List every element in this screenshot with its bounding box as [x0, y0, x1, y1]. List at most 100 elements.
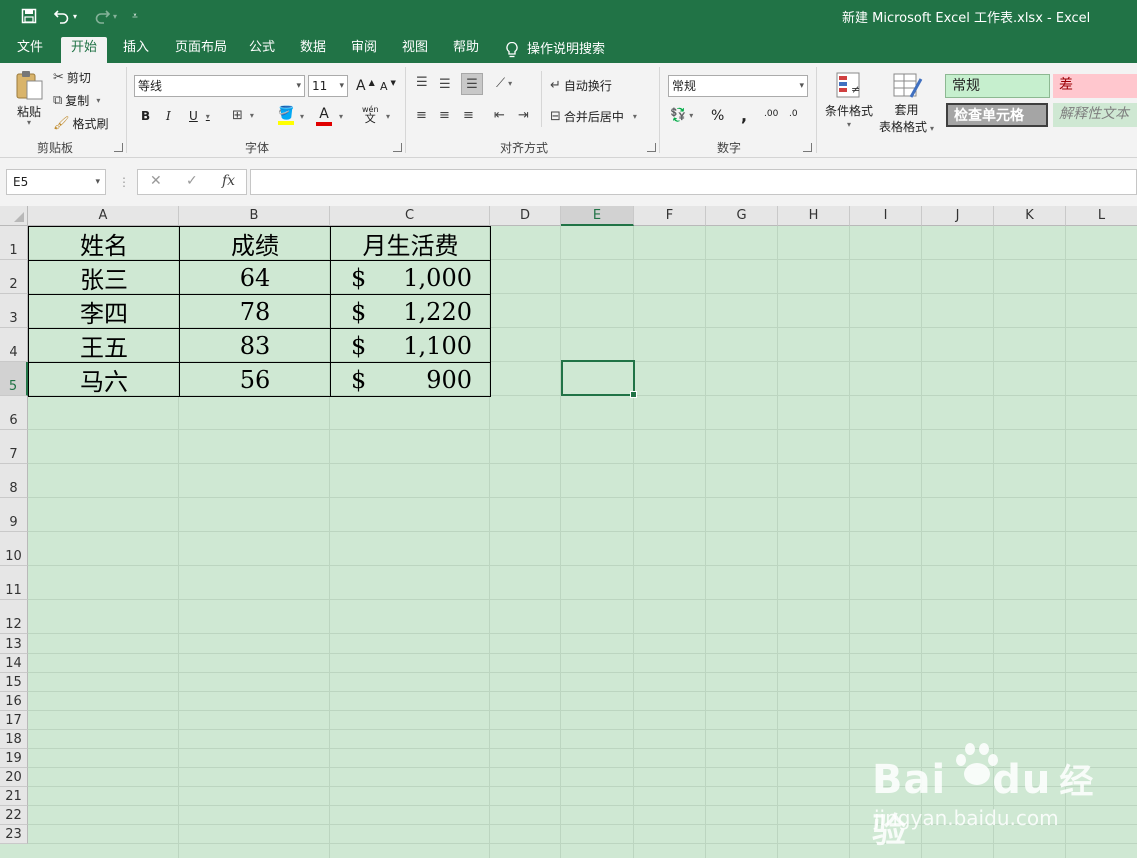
row-header-19[interactable]: 19 [0, 749, 28, 768]
row-header-10[interactable]: 10 [0, 532, 28, 566]
column-header-j[interactable]: J [922, 206, 994, 226]
cell-c5[interactable]: $900 [330, 362, 491, 397]
align-middle-button[interactable]: ☰ [439, 77, 451, 92]
font-color-button[interactable]: A [316, 106, 332, 126]
cell-a4[interactable]: 王五 [28, 328, 180, 363]
column-header-f[interactable]: F [634, 206, 706, 226]
bold-button[interactable]: B [141, 109, 150, 123]
column-header-i[interactable]: I [850, 206, 922, 226]
cell-b4[interactable]: 83 [179, 328, 331, 363]
format-as-table-button[interactable]: 套用 表格格式 ▾ [879, 71, 934, 135]
column-header-a[interactable]: A [28, 206, 179, 226]
tab-file[interactable]: 文件 [7, 37, 53, 63]
cancel-icon[interactable]: ✕ [150, 173, 162, 189]
increase-font-button[interactable]: A ▲ [356, 78, 375, 95]
cell-b3[interactable]: 78 [179, 294, 331, 329]
cell-a2[interactable]: 张三 [28, 260, 180, 295]
merge-center-button[interactable]: ⊟ 合并后居中 ▾ [550, 108, 637, 125]
increase-indent-button[interactable]: ⇥ [518, 108, 529, 123]
style-normal[interactable]: 常规 [945, 74, 1050, 98]
decrease-indent-button[interactable]: ⇤ [494, 108, 505, 123]
tab-page-layout[interactable]: 页面布局 [165, 37, 237, 63]
column-header-k[interactable]: K [994, 206, 1066, 226]
font-size-combo[interactable]: 11 ▾ [308, 75, 348, 97]
row-header-11[interactable]: 11 [0, 566, 28, 600]
row-header-1[interactable]: 1 [0, 226, 28, 260]
italic-button[interactable]: I [166, 109, 171, 123]
cell-b2[interactable]: 64 [179, 260, 331, 295]
tell-me-search[interactable]: 操作说明搜索 [505, 37, 605, 63]
row-header-4[interactable]: 4 [0, 328, 28, 362]
cell-c3[interactable]: $1,220 [330, 294, 491, 329]
tab-insert[interactable]: 插入 [113, 37, 159, 63]
row-header-23[interactable]: 23 [0, 825, 28, 844]
row-header-7[interactable]: 7 [0, 430, 28, 464]
row-header-2[interactable]: 2 [0, 260, 28, 294]
tab-data[interactable]: 数据 [290, 37, 336, 63]
format-painter-button[interactable]: 🖌 格式刷 [53, 115, 109, 132]
align-right-button[interactable]: ≡ [463, 108, 474, 123]
fill-color-button[interactable]: 🪣 [278, 106, 294, 125]
active-cell-e5[interactable] [561, 360, 637, 398]
align-bottom-button[interactable]: ☰ [461, 73, 483, 95]
paste-button[interactable]: 粘贴 ▾ [14, 69, 44, 127]
row-header-22[interactable]: 22 [0, 806, 28, 825]
decrease-font-button[interactable]: A ▼ [380, 79, 396, 94]
decrease-decimal-button[interactable]: .0 [789, 109, 798, 119]
row-header-13[interactable]: 13 [0, 634, 28, 654]
increase-decimal-button[interactable]: .00 [764, 109, 778, 119]
save-icon[interactable] [18, 6, 40, 26]
row-header-18[interactable]: 18 [0, 730, 28, 749]
percent-button[interactable]: % [711, 108, 724, 124]
formula-bar-grip-icon[interactable]: ⋮ [118, 175, 130, 189]
cell-c4[interactable]: $1,100 [330, 328, 491, 363]
row-header-17[interactable]: 17 [0, 711, 28, 730]
tab-formulas[interactable]: 公式 [239, 37, 285, 63]
row-header-9[interactable]: 9 [0, 498, 28, 532]
align-left-button[interactable]: ≡ [416, 108, 427, 123]
row-header-16[interactable]: 16 [0, 692, 28, 711]
orientation-button[interactable]: ⟋ ▾ [496, 76, 512, 91]
underline-button[interactable]: U ▾ [189, 109, 210, 123]
style-check-cell[interactable]: 检查单元格 [946, 103, 1048, 127]
column-header-e[interactable]: E [561, 206, 634, 226]
tab-view[interactable]: 视图 [392, 37, 438, 63]
align-center-button[interactable]: ≡ [439, 108, 450, 123]
borders-button[interactable]: ⊞ ▾ [232, 108, 254, 123]
copy-button[interactable]: ⧉ 复制 ▾ [53, 92, 100, 109]
align-top-button[interactable]: ☰ [416, 75, 428, 90]
formula-input[interactable] [250, 169, 1137, 195]
clipboard-launcher[interactable] [114, 143, 123, 152]
row-header-21[interactable]: 21 [0, 787, 28, 806]
customize-quick-access-icon[interactable]: ⩡ [128, 6, 142, 26]
row-header-14[interactable]: 14 [0, 654, 28, 673]
column-header-l[interactable]: L [1066, 206, 1137, 226]
cell-c1[interactable]: 月生活费 [330, 226, 491, 261]
row-header-8[interactable]: 8 [0, 464, 28, 498]
cell-a5[interactable]: 马六 [28, 362, 180, 397]
cell-a3[interactable]: 李四 [28, 294, 180, 329]
cell-a1[interactable]: 姓名 [28, 226, 180, 261]
undo-icon[interactable]: ▾ [48, 6, 82, 26]
select-all-button[interactable] [0, 206, 28, 226]
wrap-text-button[interactable]: ↵ 自动换行 [550, 77, 612, 94]
enter-icon[interactable]: ✓ [186, 173, 198, 189]
column-header-c[interactable]: C [330, 206, 490, 226]
tab-review[interactable]: 审阅 [341, 37, 387, 63]
alignment-launcher[interactable] [647, 143, 656, 152]
insert-function-icon[interactable]: fx [222, 173, 235, 189]
column-header-b[interactable]: B [179, 206, 330, 226]
chevron-down-icon[interactable]: ▾ [386, 112, 390, 121]
accounting-format-button[interactable]: 💱 ▾ [670, 108, 693, 123]
row-header-5[interactable]: 5 [0, 362, 28, 396]
row-header-12[interactable]: 12 [0, 600, 28, 634]
comma-button[interactable]: , [741, 106, 747, 125]
number-format-combo[interactable]: 常规 ▾ [668, 75, 808, 97]
row-header-15[interactable]: 15 [0, 673, 28, 692]
row-header-3[interactable]: 3 [0, 294, 28, 328]
conditional-formatting-button[interactable]: ≠ 条件格式 ▾ [825, 71, 873, 129]
redo-icon[interactable]: ▾ [88, 6, 122, 26]
chevron-down-icon[interactable]: ▾ [300, 112, 304, 121]
font-name-combo[interactable]: 等线 ▾ [134, 75, 305, 97]
row-header-20[interactable]: 20 [0, 768, 28, 787]
